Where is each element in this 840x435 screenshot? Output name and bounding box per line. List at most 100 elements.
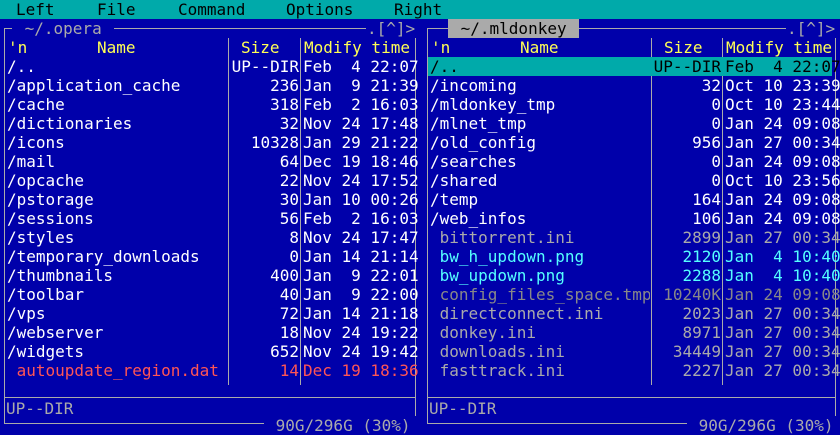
file-name: /incoming <box>430 76 517 95</box>
right-file-row[interactable]: /old_config 956 Jan 27 00:34 <box>428 133 840 152</box>
file-size: 652 <box>270 342 299 361</box>
file-modify-time: Jan 14 21:14 <box>303 247 419 266</box>
right-file-row[interactable]: downloads.ini 34449 Jan 27 00:34 <box>428 342 840 361</box>
file-modify-time: Nov 24 17:48 <box>303 114 419 133</box>
file-name: /vps <box>7 304 46 323</box>
left-file-row[interactable]: /opcache 22 Nov 24 17:52 <box>5 171 419 190</box>
left-file-row[interactable]: /icons 10328 Jan 29 21:22 <box>5 133 419 152</box>
file-modify-time: Jan 9 22:01 <box>303 266 419 285</box>
file-name: config_files_space.tmp <box>430 285 650 304</box>
right-file-row[interactable]: donkey.ini 8971 Jan 27 00:34 <box>428 323 840 342</box>
menu-command[interactable]: Command <box>178 0 245 19</box>
left-panel-info: UP--DIR <box>6 399 74 418</box>
left-panel-hotlist-hint[interactable]: .[^]> <box>366 19 417 38</box>
file-modify-time: Jan 10 00:26 <box>303 190 419 209</box>
right-header-modify[interactable]: Modify time <box>726 38 832 57</box>
file-size: 0 <box>289 247 299 266</box>
file-modify-time: Jan 27 00:34 <box>725 228 840 247</box>
file-size: 164 <box>692 190 721 209</box>
right-file-row[interactable]: bittorrent.ini 2899 Jan 27 00:34 <box>428 228 840 247</box>
right-sort-indicator[interactable]: 'n <box>431 38 450 57</box>
right-panel-info: UP--DIR <box>429 399 497 418</box>
file-size: 0 <box>711 114 721 133</box>
file-modify-time: Feb 4 22:07 <box>725 57 840 76</box>
right-file-row[interactable]: /shared 0 Oct 10 23:56 <box>428 171 840 190</box>
file-modify-time: Jan 9 21:39 <box>303 76 419 95</box>
left-file-row[interactable]: /temporary_downloads 0 Jan 14 21:14 <box>5 247 419 266</box>
file-name: /.. <box>430 57 459 76</box>
file-name: autoupdate_region.dat <box>7 361 219 380</box>
right-file-row[interactable]: directconnect.ini 2023 Jan 27 00:34 <box>428 304 840 323</box>
left-file-row[interactable]: /application_cache 236 Jan 9 21:39 <box>5 76 419 95</box>
left-file-row[interactable]: /vps 72 Jan 14 21:18 <box>5 304 419 323</box>
right-header-name[interactable]: Name <box>520 38 559 57</box>
file-size: 0 <box>711 95 721 114</box>
left-header-size[interactable]: Size <box>241 38 280 57</box>
right-file-row[interactable]: bw_updown.png 2288 Jan 4 10:40 <box>428 266 840 285</box>
right-panel-hotlist-hint[interactable]: .[^]> <box>786 19 837 38</box>
file-size: 236 <box>270 76 299 95</box>
file-modify-time: Jan 14 21:18 <box>303 304 419 323</box>
right-panel-disk-free: 90G/296G (30%) <box>687 416 840 435</box>
file-modify-time: Jan 24 09:08 <box>725 152 840 171</box>
right-file-row[interactable]: /.. UP--DIR Feb 4 22:07 <box>428 57 840 76</box>
file-name: /styles <box>7 228 75 247</box>
file-size: 106 <box>692 209 721 228</box>
file-name: donkey.ini <box>430 323 536 342</box>
right-file-row[interactable]: /mlnet_tmp 0 Jan 24 09:08 <box>428 114 840 133</box>
file-name: /shared <box>430 171 498 190</box>
left-file-row[interactable]: /sessions 56 Feb 2 16:03 <box>5 209 419 228</box>
file-size: 8971 <box>682 323 721 342</box>
right-file-row[interactable]: fasttrack.ini 2227 Jan 27 00:34 <box>428 361 840 380</box>
menu-file[interactable]: File <box>97 0 136 19</box>
left-file-row[interactable]: /thumbnails 400 Jan 9 22:01 <box>5 266 419 285</box>
menu-options[interactable]: Options <box>286 0 353 19</box>
file-name: /application_cache <box>7 76 181 95</box>
right-file-row[interactable]: config_files_space.tmp 10240K Jan 24 09:08 <box>428 285 840 304</box>
left-col-separator-1 <box>228 38 229 57</box>
right-panel-path[interactable]: ~/.mldonkey <box>448 19 580 38</box>
right-file-row[interactable]: /web_infos 106 Jan 24 09:08 <box>428 209 840 228</box>
file-size: 32 <box>701 76 721 95</box>
left-file-row[interactable]: /webserver 18 Nov 24 19:22 <box>5 323 419 342</box>
left-header-modify[interactable]: Modify time <box>304 38 410 57</box>
file-modify-time: Jan 27 00:34 <box>725 304 840 323</box>
left-file-row[interactable]: /.. UP--DIR Feb 4 22:07 <box>5 57 419 76</box>
right-file-row[interactable]: bw_h_updown.png 2120 Jan 4 10:40 <box>428 247 840 266</box>
left-sort-indicator[interactable]: 'n <box>8 38 27 57</box>
right-file-row[interactable]: /searches 0 Jan 24 09:08 <box>428 152 840 171</box>
file-modify-time: Feb 4 22:07 <box>303 57 419 76</box>
right-col-separator-2 <box>722 38 723 57</box>
file-modify-time: Jan 29 21:22 <box>303 133 419 152</box>
left-file-row[interactable]: autoupdate_region.dat 14 Dec 19 18:36 <box>5 361 419 380</box>
left-file-row[interactable]: /cache 318 Feb 2 16:03 <box>5 95 419 114</box>
right-file-row[interactable]: /mldonkey_tmp 0 Oct 10 23:44 <box>428 95 840 114</box>
left-file-row[interactable]: /dictionaries 32 Nov 24 17:48 <box>5 114 419 133</box>
file-name: /sessions <box>7 209 94 228</box>
file-modify-time: Dec 19 18:46 <box>303 152 419 171</box>
right-header-size[interactable]: Size <box>664 38 703 57</box>
file-modify-time: Jan 27 00:34 <box>725 361 840 380</box>
left-file-row[interactable]: /widgets 652 Nov 24 19:42 <box>5 342 419 361</box>
left-file-row[interactable]: /mail 64 Dec 19 18:46 <box>5 152 419 171</box>
right-file-row[interactable]: /incoming 32 Oct 10 23:39 <box>428 76 840 95</box>
left-file-row[interactable]: /styles 8 Nov 24 17:47 <box>5 228 419 247</box>
right-panel[interactable]: ~/.mldonkey .[^]> 'n Name Size Modify ti… <box>423 19 840 435</box>
file-size: 30 <box>279 190 299 209</box>
right-col-separator-1 <box>651 38 652 57</box>
left-file-row[interactable]: /toolbar 40 Jan 9 22:00 <box>5 285 419 304</box>
menu-right[interactable]: Right <box>394 0 442 19</box>
left-header-name[interactable]: Name <box>97 38 136 57</box>
left-panel[interactable]: ~/.opera .[^]> 'n Name Size Modify time … <box>0 19 423 435</box>
file-modify-time: Jan 4 10:40 <box>725 266 840 285</box>
left-panel-path[interactable]: ~/.opera <box>12 19 115 38</box>
file-size: 2288 <box>682 266 721 285</box>
right-file-row[interactable]: /temp 164 Jan 24 09:08 <box>428 190 840 209</box>
file-name: directconnect.ini <box>430 304 604 323</box>
file-name: bw_updown.png <box>430 266 565 285</box>
right-panel-mini-separator <box>428 397 835 398</box>
menu-left[interactable]: Left <box>16 0 55 19</box>
file-size: 2227 <box>682 361 721 380</box>
left-file-row[interactable]: /pstorage 30 Jan 10 00:26 <box>5 190 419 209</box>
file-size: 2023 <box>682 304 721 323</box>
